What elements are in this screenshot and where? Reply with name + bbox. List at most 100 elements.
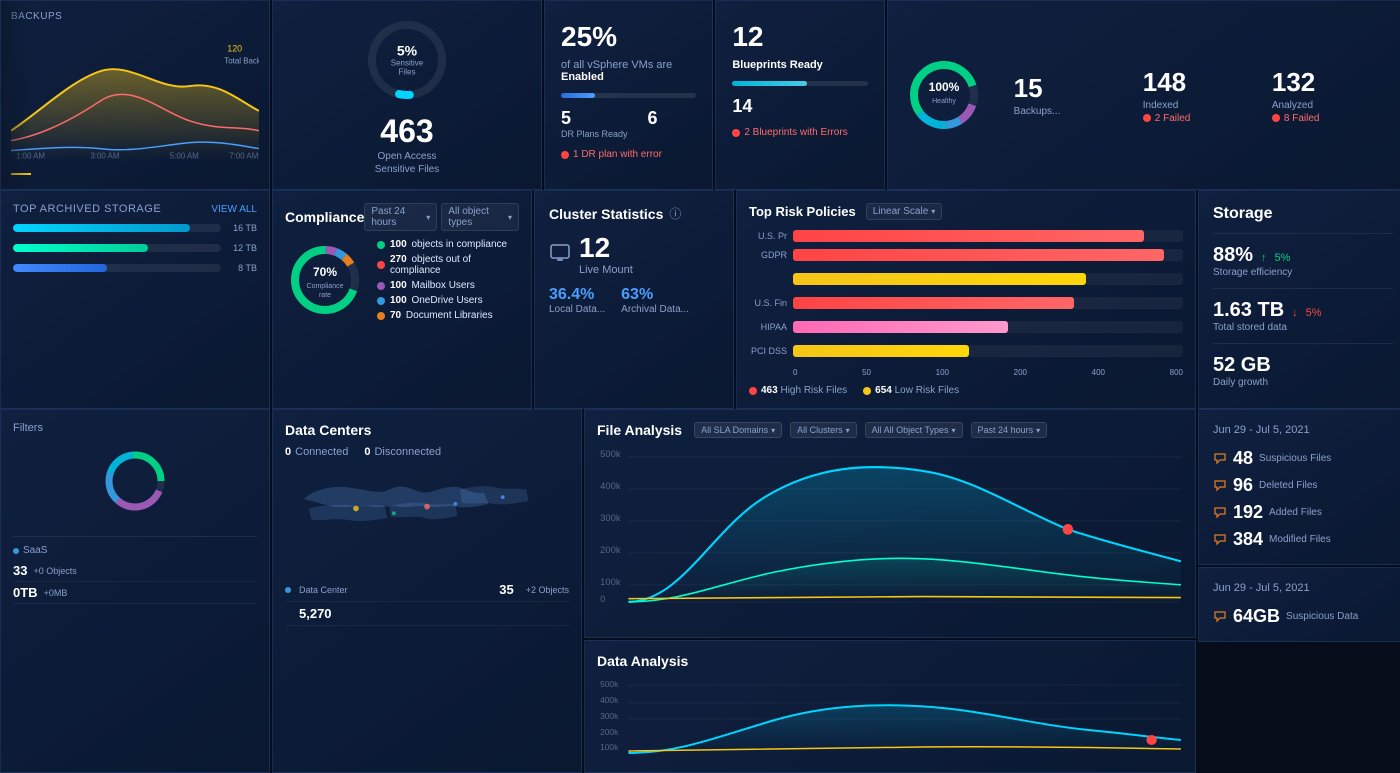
stored-arrow: ↓ xyxy=(1292,307,1298,319)
legend-dot-yellow xyxy=(863,387,871,395)
svg-text:300k: 300k xyxy=(600,712,619,721)
deleted-files: 96 Deleted Files xyxy=(1213,475,1393,496)
saas-label-row: SaaS xyxy=(13,545,257,556)
risk-policies-card: Top Risk Policies Linear Scale ▾ U.S. Pr xyxy=(736,190,1196,409)
stored-tb: 1.63 TB xyxy=(1213,299,1284,322)
cluster-stats-card: Cluster Statistics ⓘ 12 Live Mount xyxy=(534,190,734,409)
suspicious-data-lbl: Suspicious Data xyxy=(1286,611,1358,622)
stored-delta: 5% xyxy=(1306,307,1322,319)
fa-title: File Analysis xyxy=(597,422,682,438)
storage-divider-1 xyxy=(1213,233,1393,234)
row2: Top Archived Storage VIEW ALL 16 TB 12 T… xyxy=(0,190,1400,409)
open-access-count: 463 xyxy=(375,113,439,150)
svg-text:100%: 100% xyxy=(928,80,959,94)
compliance-stats: 100 objects in compliance 270 objects ou… xyxy=(377,239,519,321)
scale-dropdown[interactable]: Linear Scale ▾ xyxy=(866,203,943,220)
dashboard: Backups xyxy=(0,0,1400,773)
view-all-btn[interactable]: VIEW ALL xyxy=(211,204,257,215)
dc-connected: 0 Connected xyxy=(285,446,348,458)
vsphere-desc: of all vSphere VMs are Enabled xyxy=(561,59,696,83)
filters-donut xyxy=(100,446,170,516)
risk-red-usfin xyxy=(793,297,1074,309)
deleted-num: 96 xyxy=(1233,475,1253,496)
compliance-card: Compliance Past 24 hours ▾ All object ty… xyxy=(272,190,532,409)
stat-doc-libs: 70 Document Libraries xyxy=(377,310,519,321)
suspicious-data-icon xyxy=(1213,610,1227,624)
stat-out-compliance: 270 objects out of compliance xyxy=(377,254,519,276)
top-row: Backups xyxy=(0,0,1400,190)
cluster-header: Cluster Statistics ⓘ xyxy=(549,205,719,222)
risk-label-hipaa: HIPAA xyxy=(749,322,787,332)
vsphere-error: 1 DR plan with error xyxy=(561,149,696,160)
svg-text:7:00 AM: 7:00 AM xyxy=(229,151,258,160)
live-mount-num-wrap: 12 Live Mount xyxy=(579,232,633,276)
suspicious-data: 64GB Suspicious Data xyxy=(1213,606,1393,627)
vsphere-card: 25% of all vSphere VMs are Enabled 5 DR … xyxy=(544,0,713,190)
dr-plans: 5 DR Plans Ready xyxy=(561,108,628,139)
svg-text:3:00 AM: 3:00 AM xyxy=(90,151,119,160)
archival-lbl: Archival Data... xyxy=(621,304,689,315)
svg-text:1:00 AM: 1:00 AM xyxy=(16,151,45,160)
deleted-icon xyxy=(1213,479,1227,493)
storage-bar-1: 16 TB xyxy=(13,223,257,233)
fa-filter-3[interactable]: All All Object Types ▾ xyxy=(865,422,963,438)
storage-bar-2: 12 TB xyxy=(13,243,257,253)
storage-divider-3 xyxy=(1213,343,1393,344)
blueprints-progress-fill xyxy=(732,81,806,86)
cluster-metrics-bottom: 36.4% Local Data... 63% Archival Data... xyxy=(549,286,719,315)
risk-label-pcidss: PCI DSS xyxy=(749,346,787,356)
svg-text:Compliance: Compliance xyxy=(307,283,344,290)
svg-text:70%: 70% xyxy=(313,265,337,279)
data-analysis-chart: 500k 400k 300k 200k 100k xyxy=(597,675,1183,755)
green-dot xyxy=(377,241,385,249)
blueprints-lbl: Blueprints Ready xyxy=(732,59,867,71)
open-access-label: Open Access Sensitive Files xyxy=(375,150,439,176)
svg-text:500k: 500k xyxy=(600,449,621,460)
efficiency-metric: 88% ↑ 5% xyxy=(1213,244,1393,267)
storage-bar-fill-3 xyxy=(13,264,107,272)
world-map xyxy=(285,458,569,578)
legend-low-risk: 654 Low Risk Files xyxy=(863,385,959,396)
blueprints-error: 2 Blueprints with Errors xyxy=(732,127,867,138)
failed-dot-2 xyxy=(1272,114,1280,122)
fa-filter-2[interactable]: All Clusters ▾ xyxy=(790,422,857,438)
fa-chevron-3: ▾ xyxy=(952,426,956,435)
stat-onedrive: 100 OneDrive Users xyxy=(377,295,519,306)
risk-row-hipaa: HIPAA xyxy=(749,321,1183,333)
svg-text:400k: 400k xyxy=(600,696,619,705)
dc-list-1: Data Center 35 +2 Objects xyxy=(285,578,569,602)
risk-legend: 463 High Risk Files 654 Low Risk Files xyxy=(749,385,1183,396)
fa-filter-4[interactable]: Past 24 hours ▾ xyxy=(971,422,1048,438)
health-donut: 100% Healthy xyxy=(904,55,984,135)
file-date-range: Jun 29 - Jul 5, 2021 xyxy=(1213,424,1393,436)
file-stats-card: Jun 29 - Jul 5, 2021 48 Suspicious Files… xyxy=(1198,409,1400,565)
fa-chevron-4: ▾ xyxy=(1036,426,1040,435)
stat-in-compliance: 100 objects in compliance xyxy=(377,239,519,250)
svg-text:500k: 500k xyxy=(600,680,619,689)
compliance-filter-2[interactable]: All object types ▾ xyxy=(441,203,519,231)
stored-metric: 1.63 TB ↓ 5% xyxy=(1213,299,1393,322)
backup-num-3: 132 Analyzed 8 Failed xyxy=(1272,67,1391,124)
info-icon[interactable]: ⓘ xyxy=(669,205,681,222)
saas-row-2: 0TB +0MB xyxy=(13,582,257,604)
vsphere-pct: 25% xyxy=(561,21,696,53)
risk-title: Top Risk Policies xyxy=(749,204,856,219)
suspicious-data-num: 64GB xyxy=(1233,606,1280,627)
risk-bars-container: GDPR U.S. Fin xyxy=(749,249,1183,364)
dc-status: 0 Connected 0 Disconnected xyxy=(285,446,569,458)
fa-filter-1[interactable]: All SLA Domains ▾ xyxy=(694,422,782,438)
efficiency-lbl: Storage efficiency xyxy=(1213,267,1393,278)
daily-growth: 52 GB Daily growth xyxy=(1213,354,1393,388)
backup-num-2: 148 Indexed 2 Failed xyxy=(1143,67,1262,124)
legend-item-1 xyxy=(11,173,34,175)
orange-dot xyxy=(377,312,385,320)
sensitive-info: 463 Open Access Sensitive Files xyxy=(375,113,439,176)
svg-text:120: 120 xyxy=(227,43,242,53)
backup-num-1: 15 Backups... xyxy=(1014,73,1133,117)
storage-bar-val-2: 12 TB xyxy=(229,243,257,253)
compliance-filter-1[interactable]: Past 24 hours ▾ xyxy=(364,203,437,231)
stored-lbl: Total stored data xyxy=(1213,322,1393,333)
local-lbl: Local Data... xyxy=(549,304,605,315)
growth-gb: 52 GB xyxy=(1213,354,1393,377)
sensitive-files-card: 5% Sensitive Files 463 Open Access Sensi… xyxy=(272,0,542,190)
